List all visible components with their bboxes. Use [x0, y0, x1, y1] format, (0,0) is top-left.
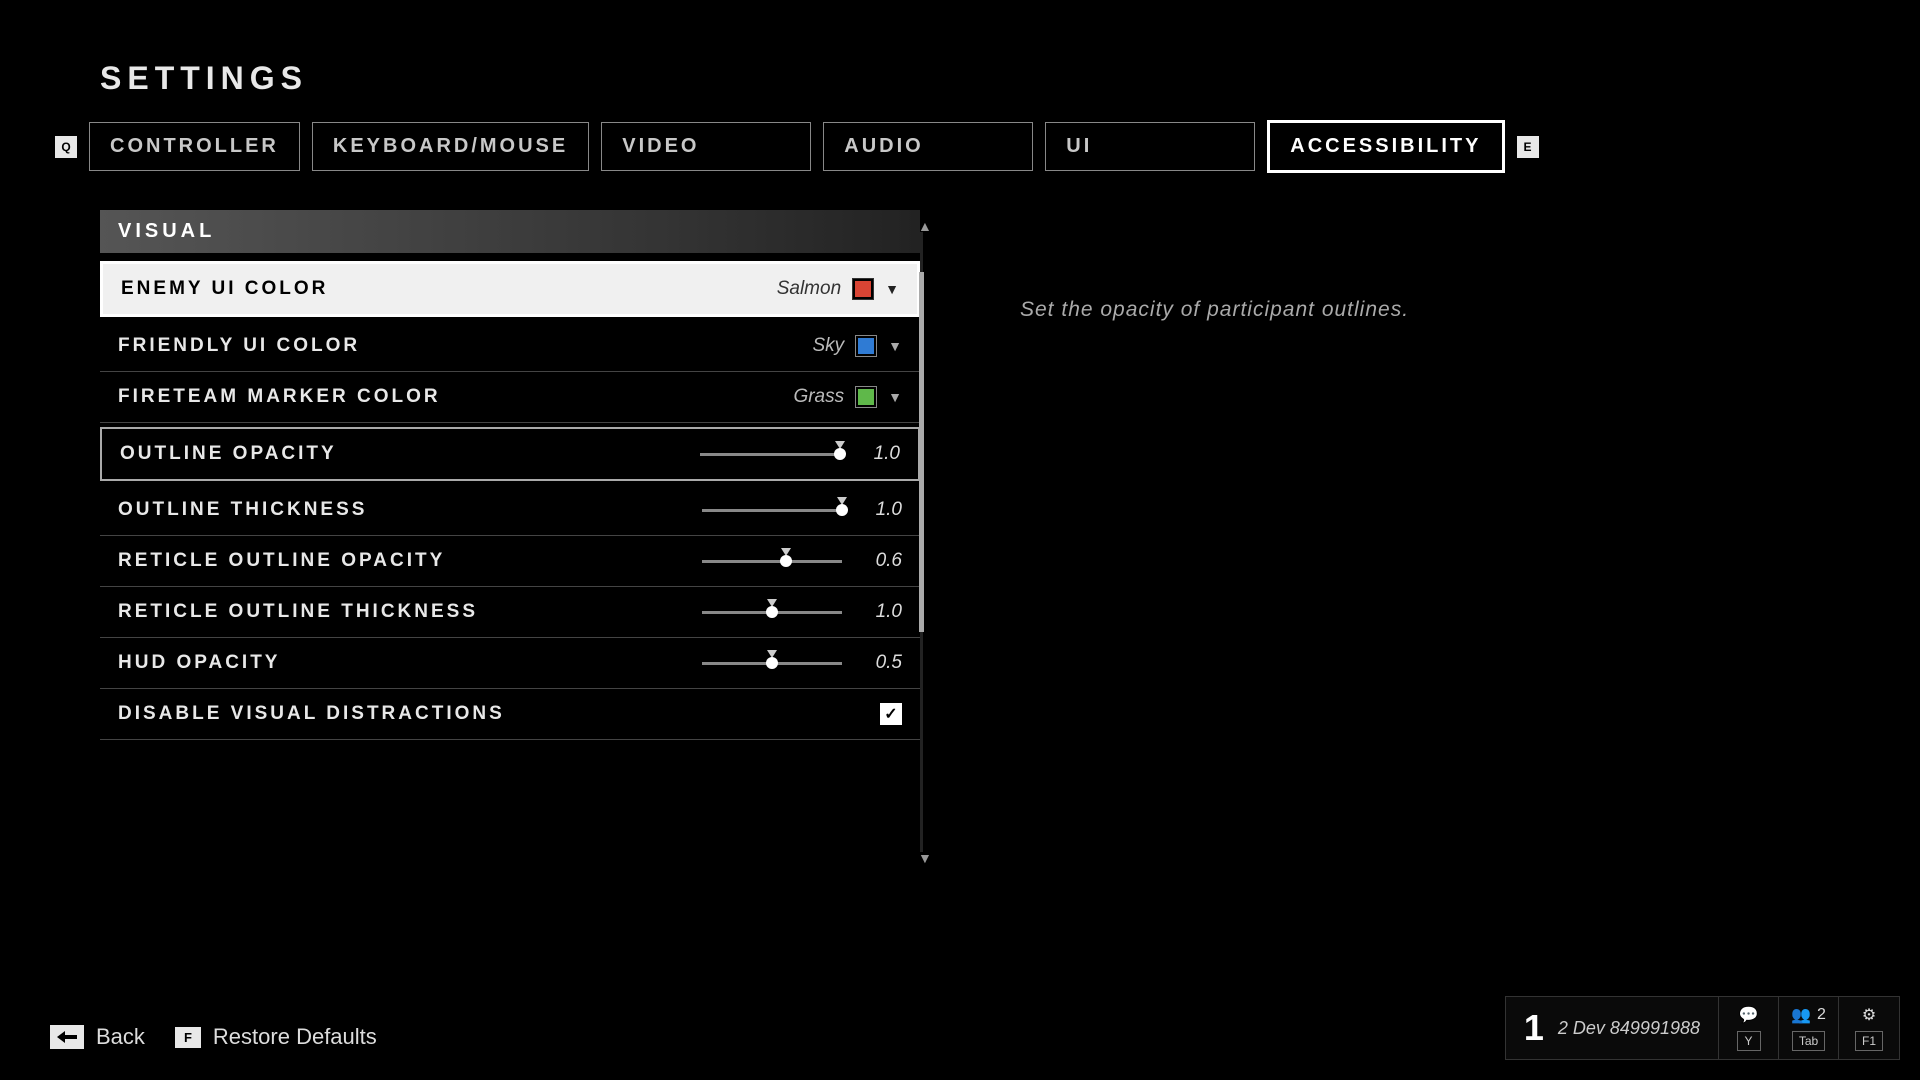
player-index: 1 — [1524, 1007, 1544, 1049]
back-button[interactable]: Back — [50, 1024, 145, 1050]
slider-thumb[interactable] — [834, 448, 846, 460]
tab-video[interactable]: VIDEO — [601, 122, 811, 171]
chevron-down-icon: ▼ — [885, 281, 899, 297]
checkbox[interactable]: ✓ — [880, 703, 902, 725]
slider-value: 1.0 — [862, 601, 902, 623]
option-reticle-outline-opacity[interactable]: RETICLE OUTLINE OPACITY 0.6 — [100, 536, 920, 587]
tab-audio[interactable]: AUDIO — [823, 122, 1033, 171]
page-title: SETTINGS — [100, 60, 308, 97]
slider-track[interactable] — [700, 453, 840, 456]
option-label: OUTLINE THICKNESS — [118, 499, 367, 521]
option-label: RETICLE OUTLINE OPACITY — [118, 550, 445, 572]
slider-value: 0.5 — [862, 652, 902, 674]
option-hud-opacity[interactable]: HUD OPACITY 0.5 — [100, 638, 920, 689]
restore-defaults-button[interactable]: F Restore Defaults — [175, 1024, 377, 1050]
option-label: OUTLINE OPACITY — [120, 443, 337, 465]
restore-key-hint: F — [175, 1027, 201, 1048]
slider-thumb[interactable] — [766, 606, 778, 618]
party-count: 2 — [1817, 1006, 1826, 1024]
slider-thumb[interactable] — [780, 555, 792, 567]
tab-controller[interactable]: CONTROLLER — [89, 122, 300, 171]
option-reticle-outline-thickness[interactable]: RETICLE OUTLINE THICKNESS 1.0 — [100, 587, 920, 638]
tab-ui[interactable]: UI — [1045, 122, 1255, 171]
slider-track[interactable] — [702, 662, 842, 665]
slider-track[interactable] — [702, 611, 842, 614]
tabs-bar: Q CONTROLLER KEYBOARD/MOUSE VIDEO AUDIO … — [55, 120, 1539, 173]
gear-icon: ⚙ — [1862, 1005, 1876, 1025]
slider-thumb[interactable] — [766, 657, 778, 669]
option-outline-thickness[interactable]: OUTLINE THICKNESS 1.0 — [100, 485, 920, 536]
tab-accessibility[interactable]: ACCESSIBILITY — [1267, 120, 1504, 173]
chevron-down-icon: ▼ — [888, 338, 902, 354]
option-enemy-ui-color[interactable]: ENEMY UI COLOR Salmon ▼ — [100, 261, 920, 317]
tab-prev-key: Q — [55, 136, 77, 158]
option-label: RETICLE OUTLINE THICKNESS — [118, 601, 478, 623]
social-key-hint: Tab — [1792, 1031, 1825, 1051]
settings-button[interactable]: ⚙ F1 — [1839, 997, 1899, 1059]
slider-value: 1.0 — [862, 499, 902, 521]
slider-thumb[interactable] — [836, 504, 848, 516]
tab-keyboard-mouse[interactable]: KEYBOARD/MOUSE — [312, 122, 589, 171]
status-bar: 1 2 Dev 849991988 💬 Y 👥 2 Tab ⚙ F1 — [1505, 996, 1900, 1060]
color-swatch — [856, 387, 876, 407]
tab-next-key: E — [1517, 136, 1539, 158]
options-panel: VISUAL ENEMY UI COLOR Salmon ▼ FRIENDLY … — [100, 210, 920, 740]
slider-track[interactable] — [702, 560, 842, 563]
color-swatch — [856, 336, 876, 356]
option-label: ENEMY UI COLOR — [121, 278, 328, 300]
color-swatch — [853, 279, 873, 299]
back-label: Back — [96, 1024, 145, 1050]
option-label: HUD OPACITY — [118, 652, 280, 674]
scrollbar-thumb[interactable] — [919, 272, 924, 632]
slider-track[interactable] — [702, 509, 842, 512]
section-header-visual: VISUAL — [100, 210, 920, 253]
slider-value: 1.0 — [860, 443, 900, 465]
player-id-section: 1 2 Dev 849991988 — [1506, 997, 1719, 1059]
social-button[interactable]: 👥 2 Tab — [1779, 997, 1839, 1059]
people-icon: 👥 — [1791, 1005, 1811, 1025]
chat-button[interactable]: 💬 Y — [1719, 997, 1779, 1059]
option-disable-visual-distractions[interactable]: DISABLE VISUAL DISTRACTIONS ✓ — [100, 689, 920, 740]
scroll-down-arrow-icon[interactable]: ▼ — [918, 850, 932, 866]
chat-key-hint: Y — [1737, 1031, 1761, 1051]
player-id-text: 2 Dev 849991988 — [1558, 1018, 1700, 1039]
footer-left: Back F Restore Defaults — [50, 1024, 377, 1050]
option-outline-opacity[interactable]: OUTLINE OPACITY 1.0 — [100, 427, 920, 481]
chat-icon: 💬 — [1739, 1005, 1759, 1025]
option-value: Grass — [793, 386, 844, 408]
option-friendly-ui-color[interactable]: FRIENDLY UI COLOR Sky ▼ — [100, 321, 920, 372]
back-arrow-icon — [50, 1025, 84, 1049]
option-description: Set the opacity of participant outlines. — [1020, 298, 1620, 322]
chevron-down-icon: ▼ — [888, 389, 902, 405]
option-value: Salmon — [777, 278, 841, 300]
settings-key-hint: F1 — [1855, 1031, 1883, 1051]
option-fireteam-marker-color[interactable]: FIRETEAM MARKER COLOR Grass ▼ — [100, 372, 920, 423]
option-label: FRIENDLY UI COLOR — [118, 335, 360, 357]
option-label: FIRETEAM MARKER COLOR — [118, 386, 441, 408]
restore-label: Restore Defaults — [213, 1024, 377, 1050]
option-label: DISABLE VISUAL DISTRACTIONS — [118, 703, 505, 725]
option-value: Sky — [812, 335, 844, 357]
slider-value: 0.6 — [862, 550, 902, 572]
